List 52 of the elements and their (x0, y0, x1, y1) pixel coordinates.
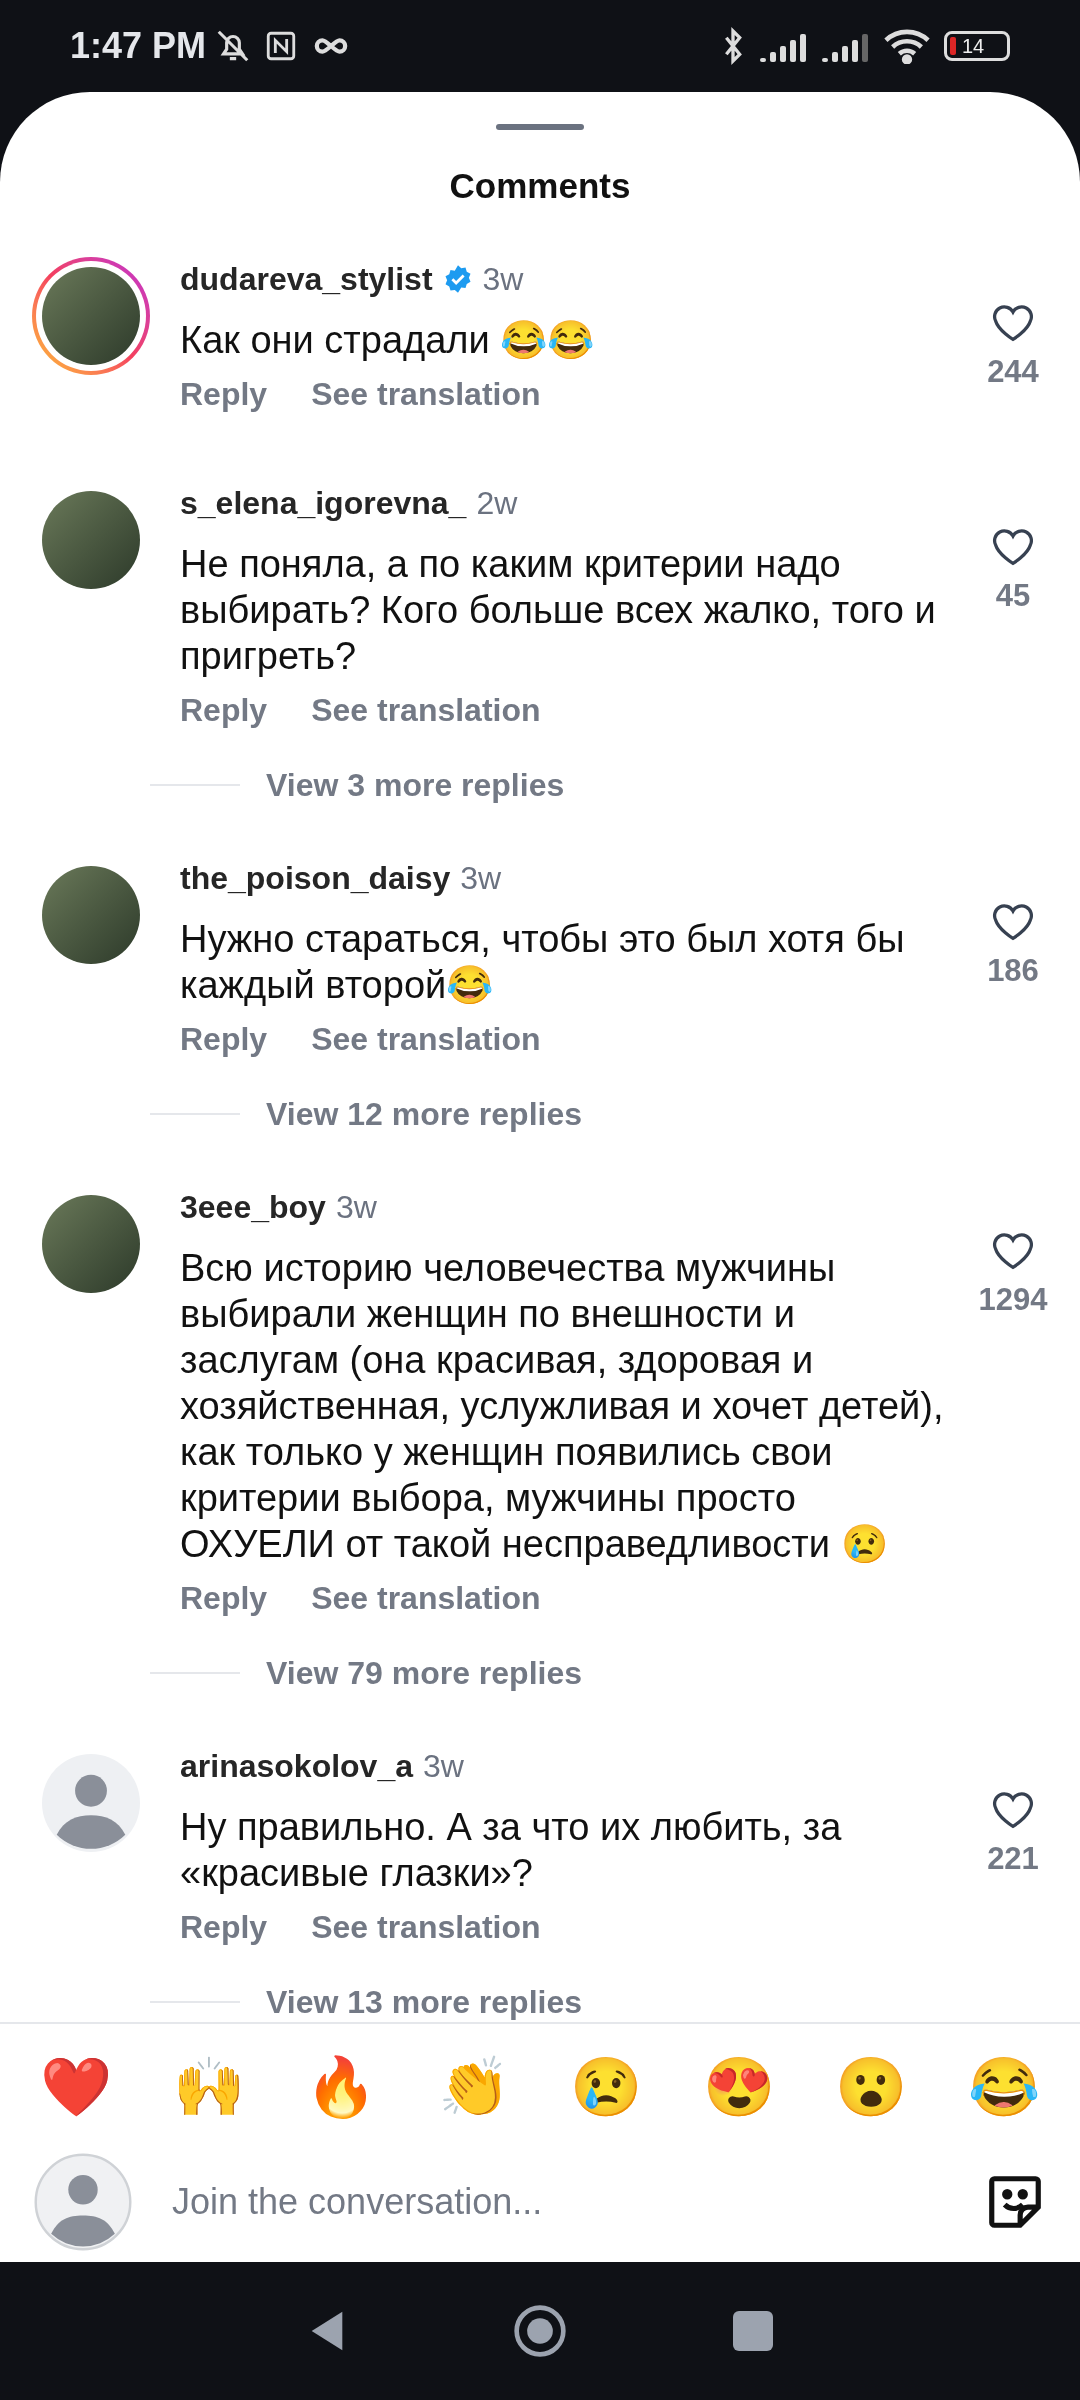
comment-age: 3w (423, 1746, 464, 1786)
like-count: 244 (987, 352, 1039, 391)
comment-text: Нужно стараться, чтобы это был хотя бы каждый второй😂 (180, 916, 906, 1008)
status-time: 1:47 PM (70, 24, 207, 68)
username[interactable]: s_elena_igorevna_ (180, 478, 467, 527)
comment-text: Не поняла, а по каким критерии надо выбирать? Кого больше всех жалко, того и пригреть? (180, 541, 937, 679)
avatar-photo-placeholder[interactable] (42, 266, 140, 365)
comment-age: 3w (335, 1187, 377, 1227)
sheet-title: Comments (448, 165, 632, 207)
heart-icon[interactable] (991, 901, 1035, 942)
username[interactable]: 3eee_boy (180, 1182, 326, 1231)
heart-icon[interactable] (991, 526, 1035, 567)
username[interactable]: the_poison_daisy (180, 853, 451, 902)
see-translation-button[interactable]: See translation (311, 1577, 541, 1618)
battery-level: 14 (962, 36, 985, 56)
heart-icon[interactable] (991, 1230, 1035, 1271)
see-translation-button[interactable]: See translation (311, 373, 541, 414)
username[interactable]: arinasokolov_a (180, 1741, 413, 1790)
heart-icon[interactable] (991, 1789, 1035, 1830)
reply-button[interactable]: Reply (180, 1906, 268, 1947)
reply-button[interactable]: Reply (180, 373, 268, 414)
view-replies-button[interactable]: View 13 more replies (266, 1981, 583, 2022)
wifi-icon (884, 28, 930, 64)
comment-age: 2w (476, 483, 518, 523)
see-translation-button[interactable]: See translation (311, 1018, 541, 1059)
see-translation-button[interactable]: See translation (311, 1906, 541, 1947)
view-replies-button[interactable]: View 3 more replies (266, 764, 565, 805)
like-count: 1294 (978, 1280, 1048, 1319)
comment-text: Как они страдали 😂😂 (180, 317, 596, 363)
heart-icon[interactable] (991, 302, 1035, 343)
username[interactable]: dudareva_stylist (180, 254, 433, 303)
infinity-icon (314, 36, 349, 56)
like-count: 45 (995, 576, 1031, 615)
reply-button[interactable]: Reply (180, 1018, 268, 1059)
see-translation-button[interactable]: See translation (311, 689, 541, 730)
battery-fill (950, 37, 956, 55)
home-nav-icon[interactable] (512, 2303, 568, 2359)
comment-input-field[interactable]: Join the conversation... (172, 2175, 984, 2229)
default-avatar-icon (42, 1753, 140, 1852)
reply-button[interactable]: Reply (180, 689, 268, 730)
like-count: 221 (987, 1839, 1039, 1878)
comment-age: 3w (460, 858, 502, 898)
view-replies-button[interactable]: View 12 more replies (266, 1093, 583, 1134)
like-count: 186 (987, 951, 1039, 990)
comment-age: 3w (482, 259, 524, 299)
view-replies-button[interactable]: View 79 more replies (266, 1652, 583, 1693)
reply-button[interactable]: Reply (180, 1577, 268, 1618)
comment-text: Ну правильно. А за что их любить, за «красивые глазки»? (180, 1804, 843, 1896)
emoji-reaction-button[interactable]: ❤ (40, 2058, 112, 2116)
comment-text: Всю историю человечества мужчины выбирали женщин по внешности и заслугам (она красивая, здоровая и хозяйственная, услужливая и хочет детей), как только у женщин появились свои критерии выбора, мужчины просто ОХУЕЛИ от такой несправедливости 😢 (180, 1245, 945, 1567)
user-avatar-icon (34, 2153, 132, 2251)
drag-handle[interactable] (496, 124, 584, 130)
